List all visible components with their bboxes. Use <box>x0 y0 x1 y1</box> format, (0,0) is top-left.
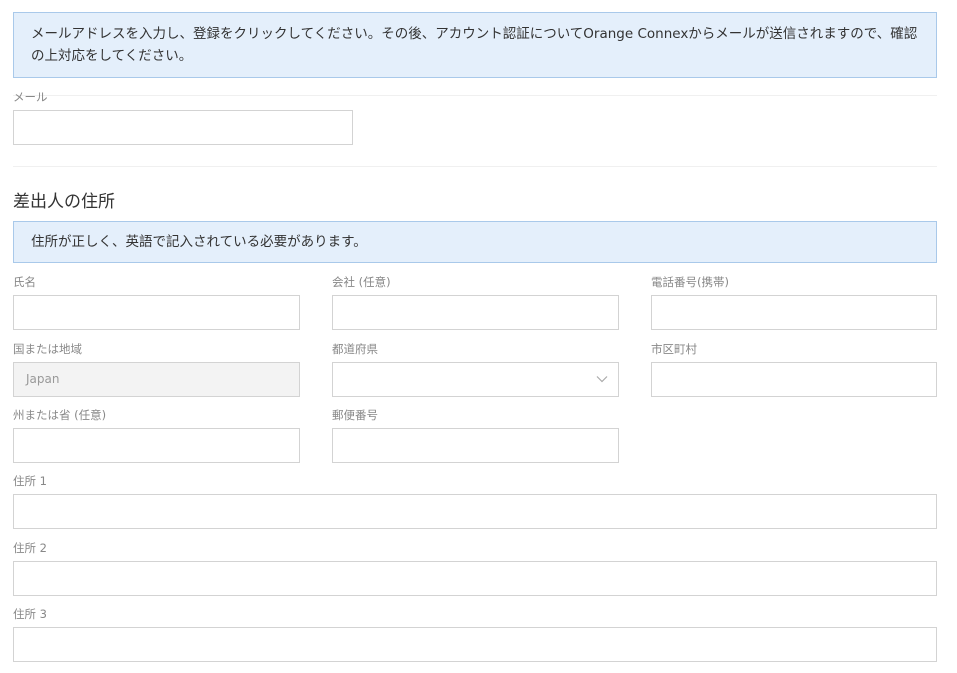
state-label: 州または省 (任意) <box>13 408 107 422</box>
state-input[interactable] <box>13 428 300 463</box>
name-label: 氏名 <box>13 275 36 289</box>
name-input[interactable] <box>13 295 300 330</box>
address2-input[interactable] <box>13 561 937 596</box>
country-input: Japan <box>13 362 300 397</box>
phone-input[interactable] <box>651 295 937 330</box>
city-input[interactable] <box>651 362 937 397</box>
company-input[interactable] <box>332 295 619 330</box>
email-notice-text: メールアドレスを入力し、登録をクリックしてください。その後、アカウント認証につい… <box>31 26 918 64</box>
email-input[interactable] <box>13 110 353 145</box>
prefecture-select[interactable] <box>332 362 619 397</box>
chevron-down-icon <box>596 363 608 409</box>
address1-input[interactable] <box>13 494 937 529</box>
postal-input[interactable] <box>332 428 619 463</box>
address3-input[interactable] <box>13 627 937 662</box>
address-notice-banner: 住所が正しく、英語で記入されている必要があります。 <box>13 221 937 263</box>
address3-label: 住所 3 <box>13 607 47 621</box>
address1-label: 住所 1 <box>13 474 47 488</box>
postal-label: 郵便番号 <box>332 408 378 422</box>
address-notice-text: 住所が正しく、英語で記入されている必要があります。 <box>31 234 367 250</box>
address2-label: 住所 2 <box>13 541 47 555</box>
email-label: メール <box>13 90 48 104</box>
company-label: 会社 (任意) <box>332 275 391 289</box>
country-label: 国または地域 <box>13 342 82 356</box>
city-label: 市区町村 <box>651 342 697 356</box>
email-notice-banner: メールアドレスを入力し、登録をクリックしてください。その後、アカウント認証につい… <box>13 12 937 78</box>
divider <box>13 95 937 96</box>
divider <box>13 166 937 167</box>
phone-label: 電話番号(携帯) <box>651 275 729 289</box>
sender-address-title: 差出人の住所 <box>13 192 115 212</box>
prefecture-label: 都道府県 <box>332 342 378 356</box>
